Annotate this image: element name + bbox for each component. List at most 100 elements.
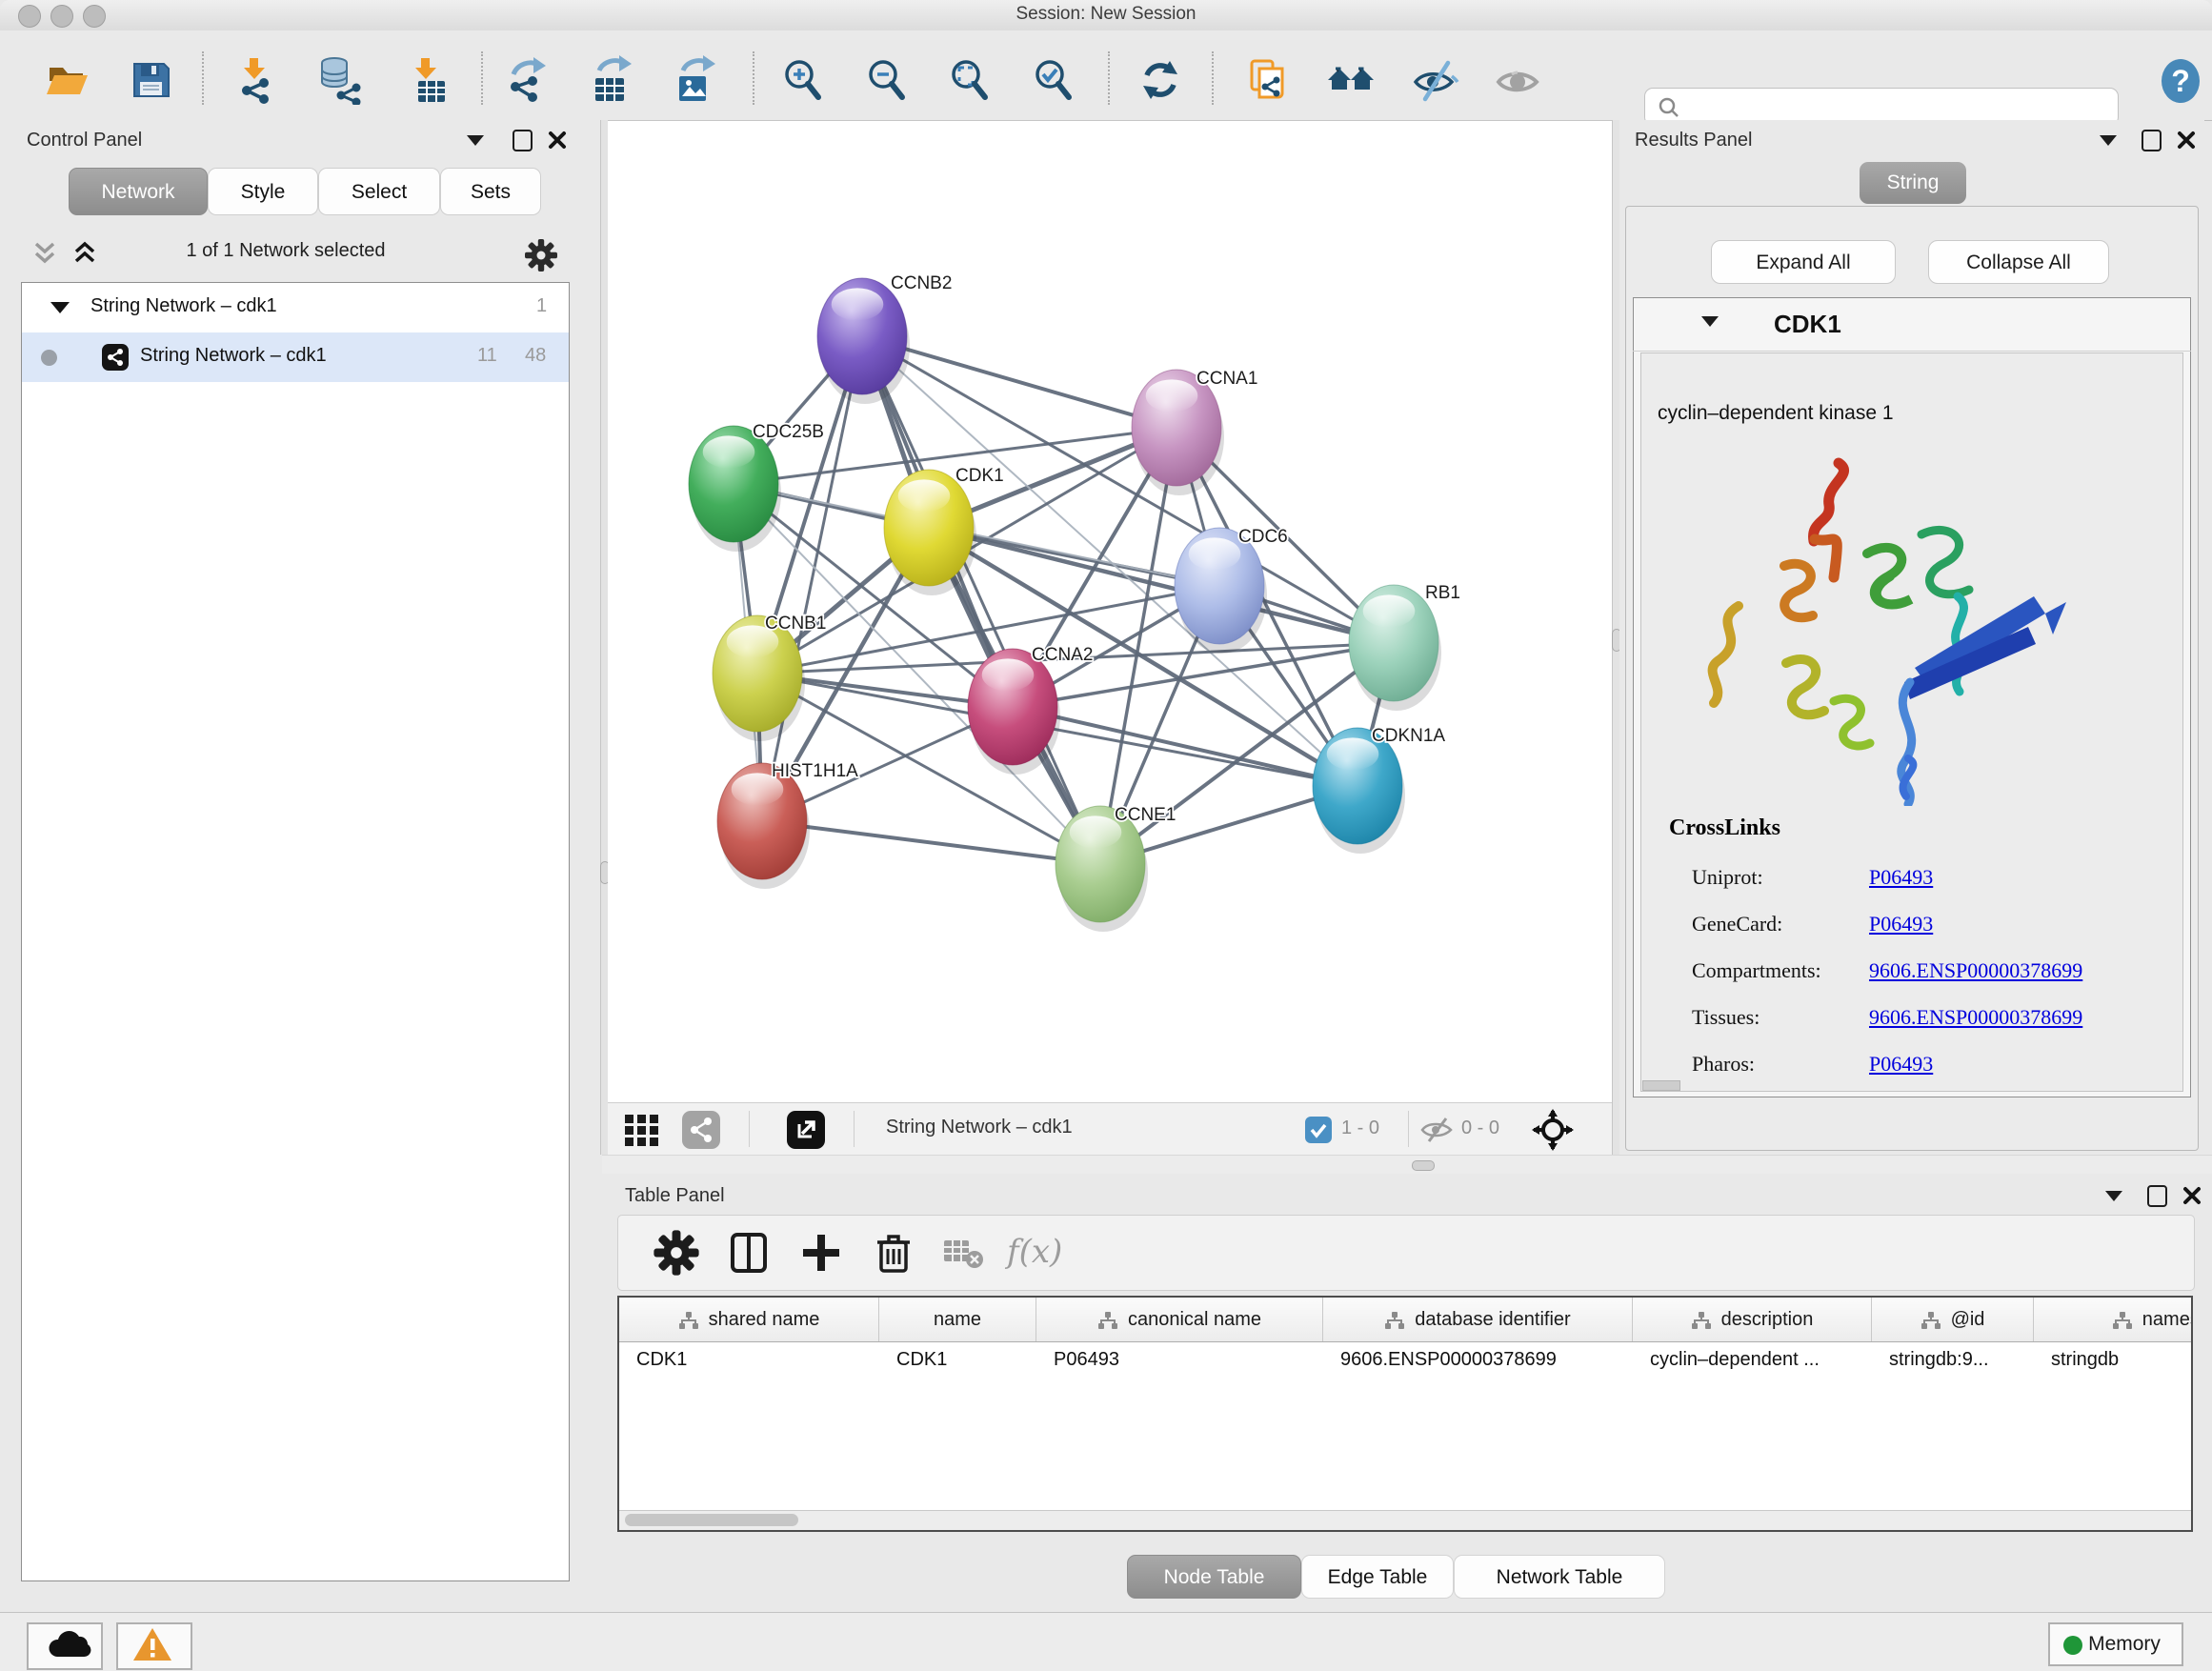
crosslink-link[interactable]: P06493 <box>1869 912 1933 936</box>
network-node-CCNA2[interactable]: CCNA2 <box>968 645 1093 775</box>
column-header-shared-name[interactable]: shared name <box>619 1298 879 1341</box>
network-node-CDC25B[interactable]: CDC25B <box>689 422 824 552</box>
column-header-description[interactable]: description <box>1633 1298 1872 1341</box>
collection-label: String Network – cdk1 <box>90 295 277 317</box>
network-canvas[interactable]: CCNB2 CCNA1 CDC25B CDK1 CDC6 RB1 CCNB1 CCNA2 CDK… <box>608 120 1612 1103</box>
tab-node-table[interactable]: Node Table <box>1127 1555 1301 1599</box>
network-node-CCNA1[interactable]: CCNA1 <box>1132 369 1257 495</box>
column-header-database-identifier[interactable]: database identifier <box>1323 1298 1633 1341</box>
network-node-HIST1H1A[interactable]: HIST1H1A <box>717 761 858 889</box>
network-node-CCNE1[interactable]: CCNE1 <box>1056 805 1176 932</box>
import-network-file-icon[interactable] <box>231 55 280 105</box>
export-table-icon[interactable] <box>586 55 635 105</box>
crosslink-link[interactable]: 9606.ENSP00000378699 <box>1869 1005 2082 1030</box>
panel-menu-icon[interactable] <box>2100 135 2117 146</box>
import-network-database-icon[interactable] <box>314 55 364 105</box>
panel-menu-icon[interactable] <box>2105 1191 2122 1201</box>
cloud-status-button[interactable] <box>27 1622 103 1670</box>
gene-collapse-icon[interactable] <box>1701 316 1719 327</box>
results-scrollbar-stub[interactable] <box>1642 1080 1680 1091</box>
cell-database-identifier[interactable]: 9606.ENSP00000378699 <box>1323 1341 1633 1378</box>
tab-edge-table[interactable]: Edge Table <box>1301 1555 1454 1599</box>
panel-menu-icon[interactable] <box>467 135 484 146</box>
zoom-in-icon[interactable] <box>778 55 828 105</box>
column-header-name[interactable]: name <box>879 1298 1036 1341</box>
gene-header[interactable]: CDK1 <box>1633 297 2191 352</box>
refresh-icon[interactable] <box>1136 55 1185 105</box>
collapse-all-button[interactable]: Collapse All <box>1928 240 2109 284</box>
panel-close-icon[interactable] <box>2182 1185 2202 1206</box>
zoom-selected-icon[interactable] <box>1029 55 1078 105</box>
expand-all-button[interactable]: Expand All <box>1711 240 1896 284</box>
save-session-icon[interactable] <box>126 55 175 105</box>
network-node-CDK1[interactable]: CDK1 <box>884 466 1004 595</box>
panel-float-icon[interactable] <box>2147 1185 2167 1207</box>
panel-float-icon[interactable] <box>2142 130 2162 151</box>
zoom-out-icon[interactable] <box>862 55 912 105</box>
horizontal-splitter-handle[interactable] <box>1412 1160 1435 1171</box>
warning-status-button[interactable] <box>116 1622 192 1670</box>
panel-close-icon[interactable] <box>547 130 568 151</box>
tab-style[interactable]: Style <box>208 168 318 215</box>
column-header-namespace[interactable]: namespace <box>2034 1298 2193 1341</box>
column-header-at-id[interactable]: @id <box>1872 1298 2034 1341</box>
cell-description[interactable]: cyclin–dependent ... <box>1633 1341 1872 1378</box>
network-edge-CCNA2-CDKN1A[interactable] <box>1013 707 1357 786</box>
network-node-CCNB1[interactable]: CCNB1 <box>713 614 826 741</box>
network-row[interactable]: String Network – cdk1 11 48 <box>22 332 569 382</box>
crosslink-link[interactable]: P06493 <box>1869 1052 1933 1077</box>
crosslink-link[interactable]: 9606.ENSP00000378699 <box>1869 958 2082 983</box>
table-gear-icon[interactable] <box>653 1229 700 1277</box>
popout-view-icon[interactable] <box>787 1111 825 1149</box>
table-header-row: shared namenamecanonical namedatabase id… <box>619 1298 2193 1342</box>
import-table-file-icon[interactable] <box>402 55 452 105</box>
panel-close-icon[interactable] <box>2176 130 2197 151</box>
network-edge-CDK1-RB1[interactable] <box>929 528 1394 643</box>
home-icon[interactable] <box>1326 55 1376 105</box>
network-node-CDC6[interactable]: CDC6 <box>1175 527 1288 654</box>
table-horizontal-scrollbar[interactable] <box>619 1510 2191 1530</box>
network-edge-HIST1H1A-CCNE1[interactable] <box>762 821 1100 864</box>
collection-expand-icon[interactable] <box>50 302 70 313</box>
network-node-CDKN1A[interactable]: CDKN1A <box>1313 726 1445 854</box>
gear-icon[interactable] <box>524 238 558 272</box>
network-collection-row[interactable]: String Network – cdk1 1 <box>22 283 569 332</box>
cell-name[interactable]: CDK1 <box>879 1341 1036 1378</box>
tab-string[interactable]: String <box>1860 162 1966 204</box>
search-input[interactable] <box>1687 91 2110 122</box>
tab-select[interactable]: Select <box>318 168 440 215</box>
crosslink-link[interactable]: P06493 <box>1869 865 1933 890</box>
tab-sets[interactable]: Sets <box>440 168 541 215</box>
fit-selected-crosshair-icon[interactable] <box>1532 1109 1574 1151</box>
panel-float-icon[interactable] <box>513 130 533 151</box>
add-column-icon[interactable] <box>797 1229 845 1277</box>
scrollbar-thumb[interactable] <box>625 1514 798 1526</box>
delete-column-icon[interactable] <box>870 1229 917 1277</box>
network-edge-CCNB2-CCNE1[interactable] <box>862 336 1100 864</box>
cell-shared-name[interactable]: CDK1 <box>619 1341 879 1378</box>
cell-at-id[interactable]: stringdb:9... <box>1872 1341 2034 1378</box>
expand-all-icon[interactable] <box>69 240 101 269</box>
show-hide-details-icon[interactable] <box>1410 55 1459 105</box>
export-network-icon[interactable] <box>502 55 552 105</box>
show-columns-icon[interactable] <box>725 1229 773 1277</box>
column-header-canonical-name[interactable]: canonical name <box>1036 1298 1323 1341</box>
memory-button[interactable]: Memory <box>2048 1622 2183 1666</box>
help-icon[interactable]: ? <box>2156 56 2205 106</box>
tab-network-table[interactable]: Network Table <box>1454 1555 1665 1599</box>
cell-canonical-name[interactable]: P06493 <box>1036 1341 1323 1378</box>
network-node-CCNB2[interactable]: CCNB2 <box>817 273 952 404</box>
export-image-icon[interactable] <box>670 55 719 105</box>
network-node-RB1[interactable]: RB1 <box>1349 583 1460 711</box>
birdseye-view-icon[interactable] <box>625 1113 663 1147</box>
cell-namespace[interactable]: stringdb <box>2034 1341 2193 1378</box>
network-edge-CCNB2-HIST1H1A[interactable] <box>762 336 862 821</box>
clone-network-icon[interactable] <box>1242 55 1292 105</box>
horizontal-splitter[interactable] <box>602 1155 2212 1176</box>
collapse-all-icon[interactable] <box>29 240 61 269</box>
zoom-fit-icon[interactable] <box>945 55 995 105</box>
tab-network[interactable]: Network <box>69 168 208 215</box>
table-row[interactable]: CDK1CDK1P064939606.ENSP00000378699cyclin… <box>619 1341 2193 1378</box>
selected-nodes-checkbox-icon[interactable] <box>1305 1117 1332 1143</box>
open-session-icon[interactable] <box>42 55 91 105</box>
